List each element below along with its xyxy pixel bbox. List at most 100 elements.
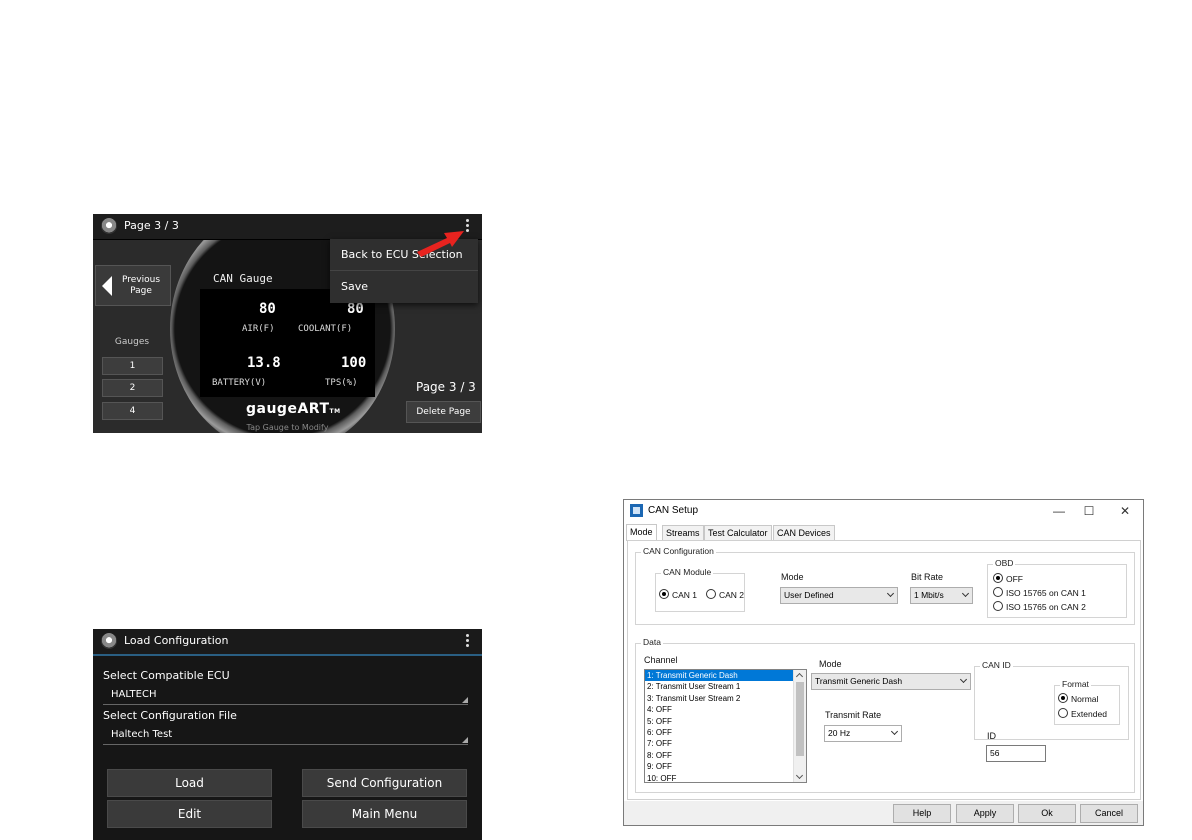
format-group: Format Normal Extended: [1054, 679, 1120, 725]
radio-format-normal[interactable]: Normal: [1058, 693, 1098, 704]
list-item[interactable]: 10: OFF: [645, 773, 806, 782]
can-mode-value: User Defined: [784, 590, 834, 600]
list-item[interactable]: 7: OFF: [645, 738, 806, 749]
list-item[interactable]: 4: OFF: [645, 704, 806, 715]
channel-scrollbar[interactable]: [793, 670, 806, 782]
gauge-button-2[interactable]: 2: [102, 379, 163, 397]
gauge-button-1[interactable]: 1: [102, 357, 163, 375]
radio-can1-label: CAN 1: [672, 590, 698, 600]
main-menu-button[interactable]: Main Menu: [302, 800, 467, 828]
scroll-up-icon[interactable]: [795, 672, 804, 681]
load-button[interactable]: Load: [107, 769, 272, 797]
app-logo-icon: [101, 633, 117, 649]
window-title: CAN Setup: [648, 505, 699, 516]
chevron-down-icon: [959, 675, 968, 684]
list-item[interactable]: 9: OFF: [645, 761, 806, 772]
scroll-down-icon[interactable]: [795, 771, 804, 780]
radio-obd-off-label: OFF: [1006, 574, 1023, 584]
radio-can2[interactable]: CAN 2: [706, 589, 744, 600]
page-title: Load Configuration: [124, 634, 229, 647]
gauge-display[interactable]: 80 AIR(F) 80 COOLANT(F) 13.8 BATTERY(V) …: [200, 289, 375, 397]
list-item[interactable]: 8: OFF: [645, 750, 806, 761]
tab-test-calculator[interactable]: Test Calculator: [704, 525, 772, 540]
air-label: AIR(F): [242, 324, 275, 334]
app-logo-icon: [101, 218, 117, 234]
radio-format-extended[interactable]: Extended: [1058, 708, 1107, 719]
can-setup-dialog: CAN Setup — ☐ ✕ Mode Streams Test Calcul…: [623, 499, 1144, 826]
gauge-title: CAN Gauge: [213, 272, 273, 285]
list-item[interactable]: 6: OFF: [645, 727, 806, 738]
dialog-footer: Help Apply Ok Cancel: [624, 801, 1143, 825]
transmit-rate-label: Transmit Rate: [825, 710, 882, 720]
cancel-button[interactable]: Cancel: [1080, 804, 1138, 823]
close-icon[interactable]: ✕: [1110, 502, 1140, 520]
tap-hint: Tap Gauge to Modify: [246, 423, 329, 432]
previous-page-button[interactable]: Previous Page: [95, 265, 171, 306]
app-icon: [630, 504, 643, 517]
file-section-label: Select Configuration File: [103, 709, 237, 722]
mode-panel: CAN Configuration CAN Module CAN 1 CAN 2…: [627, 540, 1141, 800]
can-mode-combobox[interactable]: User Defined: [780, 587, 898, 604]
spinner-corner-icon: [462, 737, 468, 743]
page-indicator: Page 3 / 3: [416, 380, 476, 394]
list-item[interactable]: 1: Transmit Generic Dash: [645, 670, 806, 682]
brand-text: gaugeART: [246, 401, 330, 417]
ecu-section-label: Select Compatible ECU: [103, 669, 230, 682]
scroll-thumb[interactable]: [796, 682, 804, 756]
radio-obd-can1-label: ISO 15765 on CAN 1: [1006, 588, 1086, 598]
mode-label: Mode: [781, 572, 804, 582]
list-item[interactable]: 2: Transmit User Stream 1: [645, 681, 806, 692]
radio-can1[interactable]: CAN 1: [659, 589, 697, 600]
load-configuration-screen: Load Configuration Select Compatible ECU…: [93, 629, 482, 840]
apply-button[interactable]: Apply: [956, 804, 1014, 823]
overflow-menu-icon[interactable]: [466, 634, 470, 649]
obd-group: OBD OFF ISO 15765 on CAN 1 ISO 15765 on …: [987, 558, 1127, 618]
brand-tm: TM: [329, 408, 341, 415]
id-input[interactable]: 56: [986, 745, 1046, 762]
radio-obd-off[interactable]: OFF: [993, 573, 1023, 584]
can-module-group: CAN Module CAN 1 CAN 2: [655, 567, 745, 612]
bit-rate-combobox[interactable]: 1 Mbit/s: [910, 587, 973, 604]
red-arrow-icon: [417, 231, 464, 257]
help-button[interactable]: Help: [893, 804, 951, 823]
triangle-left-icon: [102, 276, 112, 296]
tab-can-devices[interactable]: CAN Devices: [773, 525, 835, 540]
battery-value: 13.8: [247, 355, 281, 371]
delete-page-button[interactable]: Delete Page: [406, 401, 481, 423]
radio-obd-can1[interactable]: ISO 15765 on CAN 1: [993, 587, 1086, 598]
list-item[interactable]: 5: OFF: [645, 716, 806, 727]
id-label: ID: [987, 731, 996, 741]
page-title: Page 3 / 3: [124, 219, 179, 232]
maximize-icon[interactable]: ☐: [1074, 502, 1104, 520]
send-configuration-button[interactable]: Send Configuration: [302, 769, 467, 797]
air-value: 80: [259, 301, 276, 317]
tab-streams[interactable]: Streams: [662, 525, 704, 540]
action-bar: Load Configuration: [93, 629, 482, 656]
minimize-icon[interactable]: —: [1044, 502, 1074, 520]
coolant-value: 80: [347, 301, 364, 317]
list-item[interactable]: 3: Transmit User Stream 2: [645, 693, 806, 704]
chevron-down-icon: [886, 589, 895, 598]
menu-item-save[interactable]: Save: [330, 270, 478, 302]
can-configuration-group: CAN Configuration CAN Module CAN 1 CAN 2…: [635, 546, 1135, 625]
config-file-spinner[interactable]: Haltech Test: [103, 727, 468, 745]
gauge-button-4[interactable]: 4: [102, 402, 163, 420]
edit-button[interactable]: Edit: [107, 800, 272, 828]
transmit-rate-combobox[interactable]: 20 Hz: [824, 725, 902, 742]
coolant-label: COOLANT(F): [298, 324, 353, 334]
ok-button[interactable]: Ok: [1018, 804, 1076, 823]
bit-rate-label: Bit Rate: [911, 572, 944, 582]
data-mode-combobox[interactable]: Transmit Generic Dash: [811, 673, 971, 690]
tab-mode[interactable]: Mode: [626, 524, 657, 541]
gauges-label: Gauges: [114, 337, 150, 347]
previous-page-label: Previous Page: [121, 275, 161, 296]
data-mode-value: Transmit Generic Dash: [815, 676, 903, 686]
title-bar: CAN Setup — ☐ ✕: [624, 500, 1143, 522]
ecu-spinner[interactable]: HALTECH: [103, 687, 468, 705]
spinner-corner-icon: [462, 697, 468, 703]
tps-value: 100: [341, 355, 367, 371]
radio-obd-can2[interactable]: ISO 15765 on CAN 2: [993, 601, 1086, 612]
obd-legend: OBD: [993, 558, 1016, 568]
channel-list[interactable]: 1: Transmit Generic Dash 2: Transmit Use…: [644, 669, 807, 783]
data-mode-label: Mode: [819, 659, 842, 669]
